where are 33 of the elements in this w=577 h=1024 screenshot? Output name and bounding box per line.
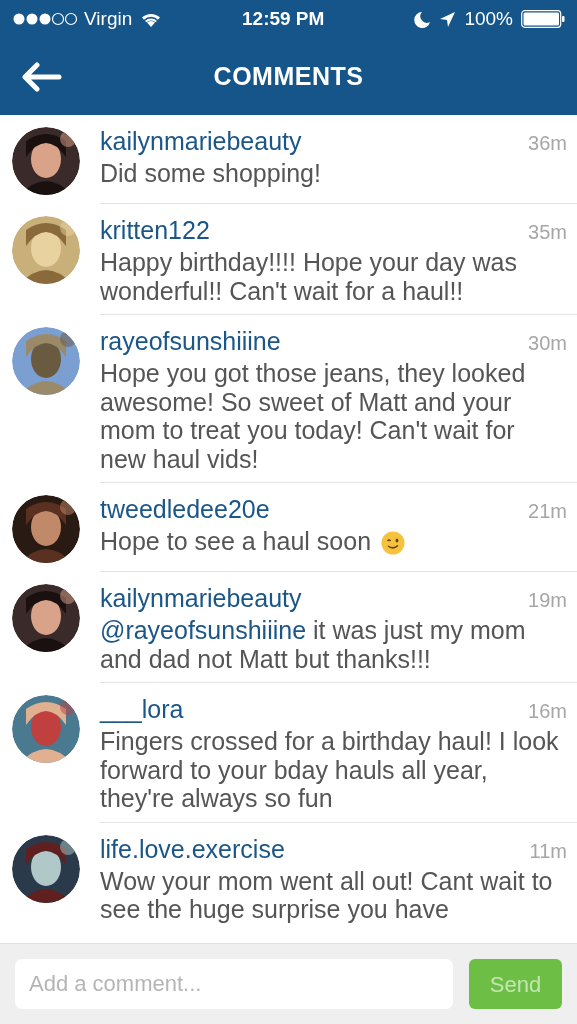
comment-time: 16m — [528, 699, 567, 724]
username-link[interactable]: rayeofsunshiiine — [100, 327, 281, 355]
battery-percent: 100% — [464, 6, 513, 31]
comment-text: Wow your mom went all out! Cant wait to see the huge surprise you have — [100, 866, 554, 924]
moon-icon — [414, 10, 432, 28]
username-link[interactable]: life.love.exercise — [100, 834, 285, 863]
back-arrow-icon[interactable] — [21, 62, 62, 92]
battery-icon — [521, 10, 565, 28]
signal-icon — [12, 12, 79, 26]
comment-input[interactable]: Add a comment... — [15, 959, 453, 1009]
comment-text: Hope to see a haul soon — [100, 527, 562, 556]
username-link[interactable]: kritten122 — [100, 216, 210, 244]
comment-text: Did some shopping! — [100, 159, 322, 188]
comment-time: 21m — [528, 499, 567, 524]
comment-time: 30m — [528, 331, 567, 356]
username-link[interactable]: tweedledee20e — [100, 495, 270, 523]
username-link[interactable]: kailynmariebeauty — [100, 584, 302, 612]
comment-text: @rayeofsunshiiine it was just my mom and dad not Matt but thanks!!! — [100, 616, 527, 673]
comment-text: Happy birthday!!!! Hope your day was wonderful!! Can't wait for a haul!! — [100, 248, 518, 305]
username-link[interactable]: ___lora — [100, 695, 184, 723]
comment-text: Fingers crossed for a birthday haul! I look forward to your bday hauls all year, they're always so fun — [100, 727, 560, 813]
wifi-icon — [140, 11, 163, 27]
mention-link[interactable]: @rayeofsunshiiine — [100, 616, 307, 644]
location-arrow-icon — [439, 10, 457, 28]
comment-time: 11m — [529, 838, 567, 864]
comment-time: 36m — [528, 131, 567, 156]
comment-text: Hope you got those jeans, they looked awesome! So sweet of Matt and your mom to treat you today! Can't wait for new haul vids! — [100, 359, 527, 473]
page-title: COMMENTS — [213, 60, 364, 92]
carrier-name: Virgin — [84, 6, 133, 31]
comment-time: 19m — [528, 588, 567, 613]
username-link[interactable]: kailynmariebeauty — [100, 127, 302, 155]
comment-time: 35m — [528, 220, 567, 245]
clock-time: 12:59 PM — [242, 6, 325, 31]
